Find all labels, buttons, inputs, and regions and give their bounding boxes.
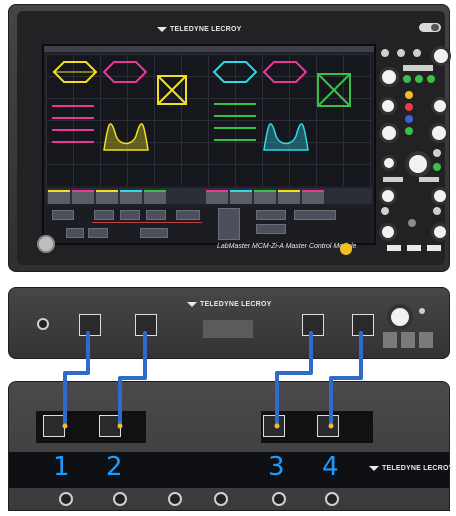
port-led-icon — [117, 423, 123, 429]
cable-1 — [63, 331, 90, 427]
port-led-icon — [62, 423, 68, 429]
cable-3 — [275, 331, 313, 427]
port-led-icon — [274, 423, 280, 429]
port-led-icon — [328, 423, 334, 429]
interconnect-cables — [62, 331, 363, 429]
cable-4 — [329, 331, 363, 427]
cable-2 — [118, 331, 147, 427]
